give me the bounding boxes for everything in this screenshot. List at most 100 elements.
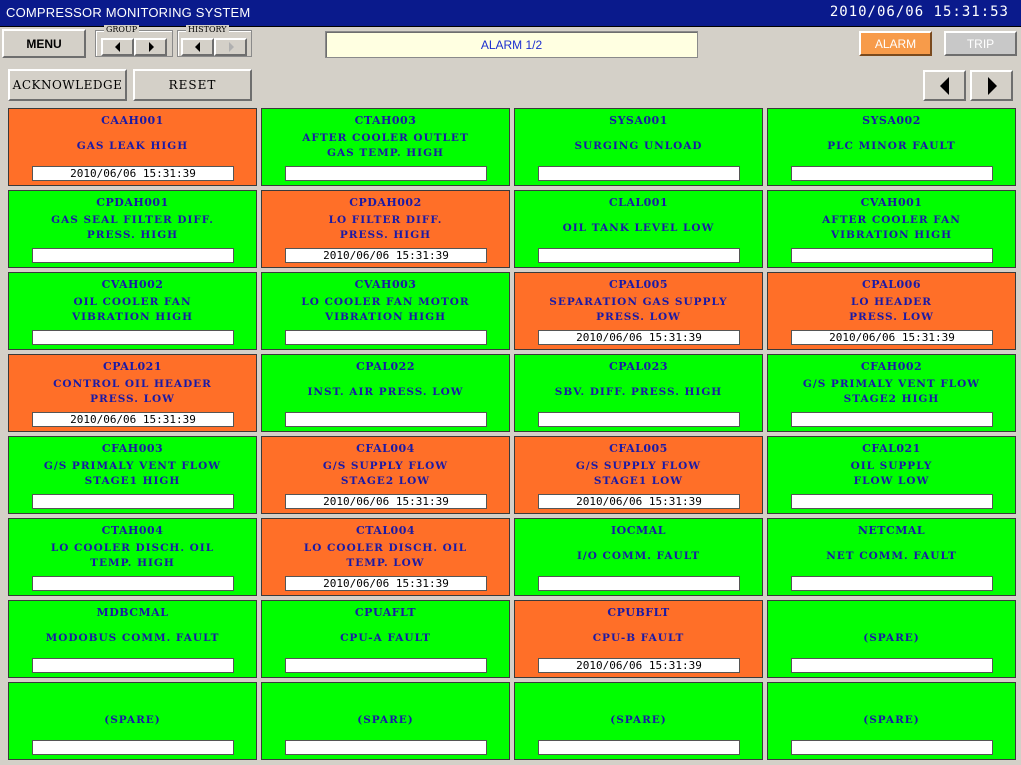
page-next-button[interactable] <box>970 70 1013 101</box>
alarm-description: G/S PRIMALY VENT FLOW STAGE1 HIGH <box>43 460 222 487</box>
group-prev-button[interactable] <box>101 38 134 56</box>
alarm-timestamp: 2010/06/06 15:31:39 <box>538 330 740 345</box>
alarm-tile[interactable]: CPAL021 CONTROL OIL HEADER PRESS. LOW 2010… <box>8 354 257 432</box>
alarm-tile[interactable]: CPUAFLT CPU-A FAULT <box>261 600 510 678</box>
alarm-description: (SPARE) <box>863 713 920 726</box>
history-next-button[interactable] <box>214 38 247 56</box>
alarm-description: AFTER COOLER FAN VIBRATION HIGH <box>822 214 961 241</box>
alarm-tag: CPDAH001 <box>96 196 169 209</box>
alarm-timestamp <box>32 330 234 345</box>
alarm-tile[interactable]: SYSA002 PLC MINOR FAULT <box>767 108 1016 186</box>
alarm-timestamp <box>791 658 993 673</box>
alarm-tile[interactable]: CPAL005 SEPARATION GAS SUPPLY PRESS. LOW 2… <box>514 272 763 350</box>
alarm-tile[interactable]: IOCMAL I/O COMM. FAULT <box>514 518 763 596</box>
alarm-tile[interactable]: NETCMAL NET COMM. FAULT <box>767 518 1016 596</box>
alarm-description: LO COOLER DISCH. OIL TEMP. HIGH <box>50 542 215 569</box>
alarm-tile[interactable]: (SPARE) <box>8 682 257 760</box>
alarm-tile[interactable]: CFAL021 OIL SUPPLY FLOW LOW <box>767 436 1016 514</box>
alarm-description: PLC MINOR FAULT <box>827 139 956 152</box>
alarm-tile[interactable]: (SPARE) <box>261 682 510 760</box>
menu-button[interactable]: MENU <box>2 29 86 58</box>
alarm-description: SURGING UNLOAD <box>574 139 703 152</box>
alarm-tile[interactable]: (SPARE) <box>767 600 1016 678</box>
alarm-timestamp <box>538 248 740 263</box>
alarm-timestamp <box>32 740 234 755</box>
alarm-tile[interactable]: SYSA001 SURGING UNLOAD <box>514 108 763 186</box>
alarm-tile[interactable]: MDBCMAL MODOBUS COMM. FAULT <box>8 600 257 678</box>
alarm-grid: CAAH001 GAS LEAK HIGH 2010/06/06 15:31:39 C… <box>8 108 1017 763</box>
history-prev-button[interactable] <box>181 38 214 56</box>
alarm-tile[interactable]: CPAL022 INST. AIR PRESS. LOW <box>261 354 510 432</box>
alarm-tile[interactable]: CLAL001 OIL TANK LEVEL LOW <box>514 190 763 268</box>
alarm-tile[interactable]: CFAH002 G/S PRIMALY VENT FLOW STAGE2 HIGH <box>767 354 1016 432</box>
alarm-tile[interactable]: CVAH002 OIL COOLER FAN VIBRATION HIGH <box>8 272 257 350</box>
alarm-timestamp: 2010/06/06 15:31:39 <box>285 576 487 591</box>
reset-button[interactable]: RESET <box>133 69 252 101</box>
alarm-timestamp <box>538 740 740 755</box>
alarm-tile[interactable]: CTAH003 AFTER COOLER OUTLET GAS TEMP. HIG… <box>261 108 510 186</box>
arrow-left-icon <box>194 42 200 52</box>
alarm-description: INST. AIR PRESS. LOW <box>307 385 464 398</box>
history-label: HISTORY <box>186 25 229 35</box>
alarm-tile[interactable]: CPAL006 LO HEADER PRESS. LOW 2010/06/06 15… <box>767 272 1016 350</box>
alarm-description: NET COMM. FAULT <box>826 549 957 562</box>
alarm-tile[interactable]: CPAL023 SBV. DIFF. PRESS. HIGH <box>514 354 763 432</box>
alarm-description: CPU-B FAULT <box>592 631 685 644</box>
alarm-timestamp: 2010/06/06 15:31:39 <box>538 658 740 673</box>
alarm-description: AFTER COOLER OUTLET GAS TEMP. HIGH <box>302 132 469 159</box>
alarm-page-indicator: ALARM 1/2 <box>325 31 698 58</box>
alarm-description: (SPARE) <box>610 713 667 726</box>
alarm-tile[interactable]: CFAL004 G/S SUPPLY FLOW STAGE2 LOW 2010/06… <box>261 436 510 514</box>
alarm-tile[interactable]: CPDAH001 GAS SEAL FILTER DIFF. PRESS. HIG… <box>8 190 257 268</box>
alarm-tile[interactable]: CVAH003 LO COOLER FAN MOTOR VIBRATION HIG… <box>261 272 510 350</box>
alarm-description: OIL TANK LEVEL LOW <box>562 221 715 234</box>
alarm-description: G/S SUPPLY FLOW STAGE2 LOW <box>322 460 449 487</box>
alarm-tile[interactable]: CFAL005 G/S SUPPLY FLOW STAGE1 LOW 2010/06… <box>514 436 763 514</box>
title-bar: COMPRESSOR MONITORING SYSTEM 2010/06/06 … <box>0 0 1021 27</box>
alarm-tile[interactable]: (SPARE) <box>514 682 763 760</box>
alarm-description: (SPARE) <box>357 713 414 726</box>
alarm-tile[interactable]: CTAH004 LO COOLER DISCH. OIL TEMP. HIGH <box>8 518 257 596</box>
acknowledge-button[interactable]: ACKNOWLEDGE <box>8 69 127 101</box>
alarm-description: G/S SUPPLY FLOW STAGE1 LOW <box>575 460 702 487</box>
alarm-timestamp <box>538 166 740 181</box>
alarm-timestamp <box>285 658 487 673</box>
group-next-button[interactable] <box>134 38 167 56</box>
alarm-timestamp: 2010/06/06 15:31:39 <box>538 494 740 509</box>
alarm-timestamp <box>285 166 487 181</box>
alarm-description: SBV. DIFF. PRESS. HIGH <box>554 385 723 398</box>
alarm-tile[interactable]: CAAH001 GAS LEAK HIGH 2010/06/06 15:31:39 <box>8 108 257 186</box>
alarm-tag: CTAH003 <box>354 114 417 127</box>
alarm-timestamp <box>538 412 740 427</box>
alarm-tile[interactable]: CVAH001 AFTER COOLER FAN VIBRATION HIGH <box>767 190 1016 268</box>
alarm-timestamp <box>285 412 487 427</box>
alarm-description: GAS SEAL FILTER DIFF. PRESS. HIGH <box>51 214 214 241</box>
alarm-tile[interactable]: (SPARE) <box>767 682 1016 760</box>
alarm-timestamp <box>538 576 740 591</box>
alarm-tag: CVAH003 <box>354 278 417 291</box>
alarm-description: (SPARE) <box>863 631 920 644</box>
history-nav: HISTORY <box>177 25 252 57</box>
alarm-description: G/S PRIMALY VENT FLOW STAGE2 HIGH <box>802 378 981 405</box>
alarm-tile[interactable]: CTAL004 LO COOLER DISCH. OIL TEMP. LOW 201… <box>261 518 510 596</box>
alarm-description: SEPARATION GAS SUPPLY PRESS. LOW <box>549 296 728 323</box>
alarm-timestamp <box>285 740 487 755</box>
alarm-button[interactable]: ALARM <box>859 31 932 56</box>
arrow-right-icon <box>148 42 154 52</box>
page-prev-button[interactable] <box>923 70 966 101</box>
alarm-timestamp <box>32 494 234 509</box>
alarm-tile[interactable]: CPDAH002 LO FILTER DIFF. PRESS. HIGH 2010/… <box>261 190 510 268</box>
alarm-tag: MDBCMAL <box>96 606 169 619</box>
system-clock: 2010/06/06 15:31:53 <box>829 4 1009 20</box>
alarm-description: LO COOLER DISCH. OIL TEMP. LOW <box>303 542 468 569</box>
alarm-tile[interactable]: CPUBFLT CPU-B FAULT 2010/06/06 15:31:39 <box>514 600 763 678</box>
alarm-timestamp <box>791 248 993 263</box>
alarm-tag: CVAH001 <box>860 196 923 209</box>
trip-button[interactable]: TRIP <box>944 31 1017 56</box>
app-title: COMPRESSOR MONITORING SYSTEM <box>6 5 251 20</box>
alarm-tag: CVAH002 <box>101 278 164 291</box>
arrow-right-icon <box>987 76 997 95</box>
alarm-tag: NETCMAL <box>857 524 926 537</box>
alarm-tile[interactable]: CFAH003 G/S PRIMALY VENT FLOW STAGE1 HIGH <box>8 436 257 514</box>
alarm-tag: SYSA001 <box>609 114 668 127</box>
